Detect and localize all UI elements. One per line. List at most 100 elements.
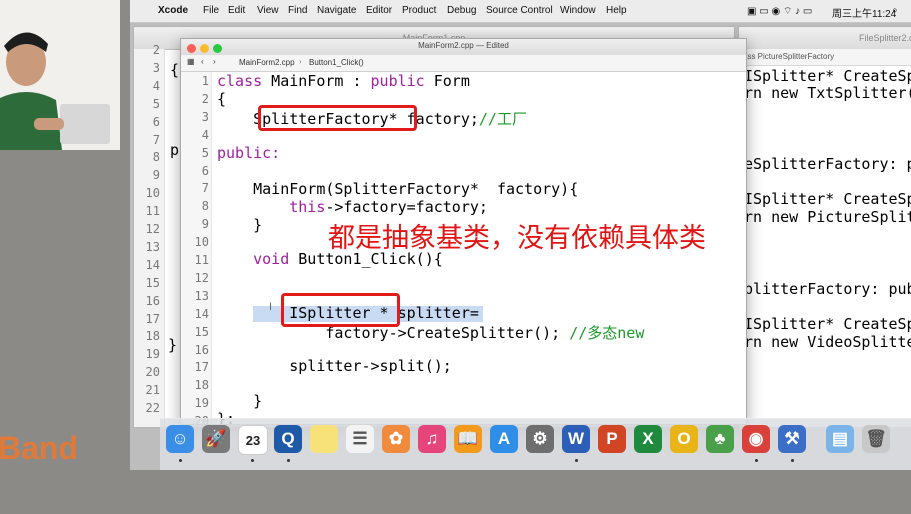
breadcrumb-method[interactable]: Button1_Click()	[309, 58, 364, 67]
menu-bar: Xcode File Edit View Find Navigate Edito…	[130, 0, 911, 23]
presenter-silhouette	[0, 0, 120, 150]
running-indicator	[575, 459, 578, 462]
word-icon[interactable]: W	[562, 425, 590, 453]
line-number: 19	[194, 396, 209, 411]
status-icons[interactable]: ▣ ▭ ◉ ⌔ ♪ ▭	[747, 5, 812, 18]
xcode-icon[interactable]: ⚒	[778, 425, 806, 453]
line-number: 14	[145, 257, 160, 272]
line-number: 1	[201, 74, 209, 88]
ibooks-icon[interactable]: 📖	[454, 425, 482, 453]
code-text: Form	[424, 72, 470, 90]
menu-product[interactable]: Product	[402, 5, 436, 16]
code-fragment: {	[170, 61, 180, 79]
spotlight-icon[interactable]: ⌕	[892, 5, 898, 16]
menu-edit[interactable]: Edit	[228, 5, 245, 16]
forward-arrow-icon[interactable]: ›	[213, 57, 216, 66]
keyword: public	[370, 72, 425, 90]
trash-icon[interactable]: 🗑	[862, 425, 890, 453]
code-line: rn new VideoSplitte	[744, 333, 911, 351]
game-icon[interactable]: ♣	[706, 425, 734, 453]
clock[interactable]: 周三上午11:24	[832, 5, 896, 20]
code-line: rn new PictureSplit	[744, 208, 911, 226]
powerpoint-icon[interactable]: P	[598, 425, 626, 453]
brand-watermark: Band	[0, 430, 78, 466]
menu-debug[interactable]: Debug	[447, 5, 476, 16]
menu-xcode[interactable]: Xcode	[158, 5, 188, 16]
app-store-icon[interactable]: A	[490, 425, 518, 453]
running-indicator	[179, 459, 182, 462]
code-line-19: }	[217, 392, 263, 410]
line-number: 5	[152, 96, 160, 111]
presenter-webcam	[0, 0, 120, 150]
code-line-9: }	[217, 216, 263, 234]
code-line: ISplitter* CreateSp	[744, 315, 911, 333]
code-comment: //多态new	[569, 324, 645, 342]
running-indicator	[251, 459, 254, 462]
code-line-5: public:	[217, 144, 281, 162]
line-number: 19	[145, 347, 160, 362]
notes-icon[interactable]	[310, 425, 338, 453]
back-arrow-icon[interactable]: ‹	[201, 57, 204, 66]
line-number: 3	[152, 60, 160, 75]
chrome-icon[interactable]: ◉	[742, 425, 770, 453]
line-number: 5	[201, 145, 209, 160]
line-number: 18	[194, 378, 209, 393]
window-title: FileSplitter2.cpp	[739, 27, 911, 50]
line-number: 12	[194, 270, 209, 285]
launchpad-icon[interactable]: 🚀	[202, 425, 230, 453]
quicktime-icon[interactable]: Q	[274, 425, 302, 453]
code-line: eSplitterFactory: p	[744, 155, 911, 173]
line-number: 15	[194, 324, 209, 339]
line-number: 13	[194, 288, 209, 303]
line-number: 8	[201, 199, 209, 214]
code-line-17: splitter->split();	[217, 357, 452, 375]
screen-recording: Band Xcode File Edit View Find Navigate …	[0, 0, 911, 514]
window-title: MainForm2.cpp — Edited	[418, 41, 509, 50]
related-items-icon[interactable]: ▦	[187, 57, 195, 66]
line-number: 8	[152, 150, 160, 165]
minimize-window-button[interactable]	[200, 44, 209, 53]
breadcrumb-separator: ›	[299, 57, 302, 66]
close-window-button[interactable]	[187, 44, 196, 53]
downloads-folder-icon[interactable]: ▤	[826, 425, 854, 453]
code-line: ISplitter* CreateSp	[744, 190, 911, 208]
menu-navigate[interactable]: Navigate	[317, 5, 356, 16]
code-line-2: {	[217, 90, 227, 108]
line-number: 6	[152, 114, 160, 129]
menu-find[interactable]: Find	[288, 5, 307, 16]
menu-file[interactable]: File	[203, 5, 219, 16]
breadcrumb-file[interactable]: MainForm2.cpp	[239, 58, 295, 67]
photos-icon[interactable]: ✿	[382, 425, 410, 453]
outlook-icon[interactable]: O	[670, 425, 698, 453]
line-number: 14	[194, 306, 209, 321]
jump-bar[interactable]: ass PictureSplitterFactory	[739, 49, 911, 66]
code-line: plitterFactory: pub	[744, 280, 911, 298]
code-text: MainForm :	[262, 72, 371, 90]
annotation-box-factory	[258, 105, 417, 131]
menu-view[interactable]: View	[257, 5, 279, 16]
reminders-icon[interactable]: ☰	[346, 425, 374, 453]
system-preferences-icon[interactable]: ⚙	[526, 425, 554, 453]
code-line-8: this->factory=factory;	[217, 198, 488, 216]
line-number: 9	[152, 168, 160, 183]
line-number: 17	[145, 311, 160, 326]
menu-source-control[interactable]: Source Control	[486, 5, 553, 16]
zoom-window-button[interactable]	[213, 44, 222, 53]
line-number: 16	[145, 293, 160, 308]
itunes-icon[interactable]: ♫	[418, 425, 446, 453]
menu-window[interactable]: Window	[560, 5, 596, 16]
line-number: 11	[194, 253, 209, 267]
code-line-7: MainForm(SplitterFactory* factory){	[217, 180, 579, 198]
menu-editor[interactable]: Editor	[366, 5, 392, 16]
line-number: 17	[194, 360, 209, 375]
line-number: 11	[145, 204, 160, 219]
line-number: 22	[145, 401, 160, 415]
line-number: 18	[145, 329, 160, 344]
running-indicator	[287, 459, 290, 462]
calendar-icon[interactable]: 23	[238, 425, 268, 455]
line-number: 9	[201, 217, 209, 232]
line-number: 12	[145, 222, 160, 236]
finder-icon[interactable]: ☺	[166, 425, 194, 453]
excel-icon[interactable]: X	[634, 425, 662, 453]
menu-help[interactable]: Help	[606, 5, 627, 16]
